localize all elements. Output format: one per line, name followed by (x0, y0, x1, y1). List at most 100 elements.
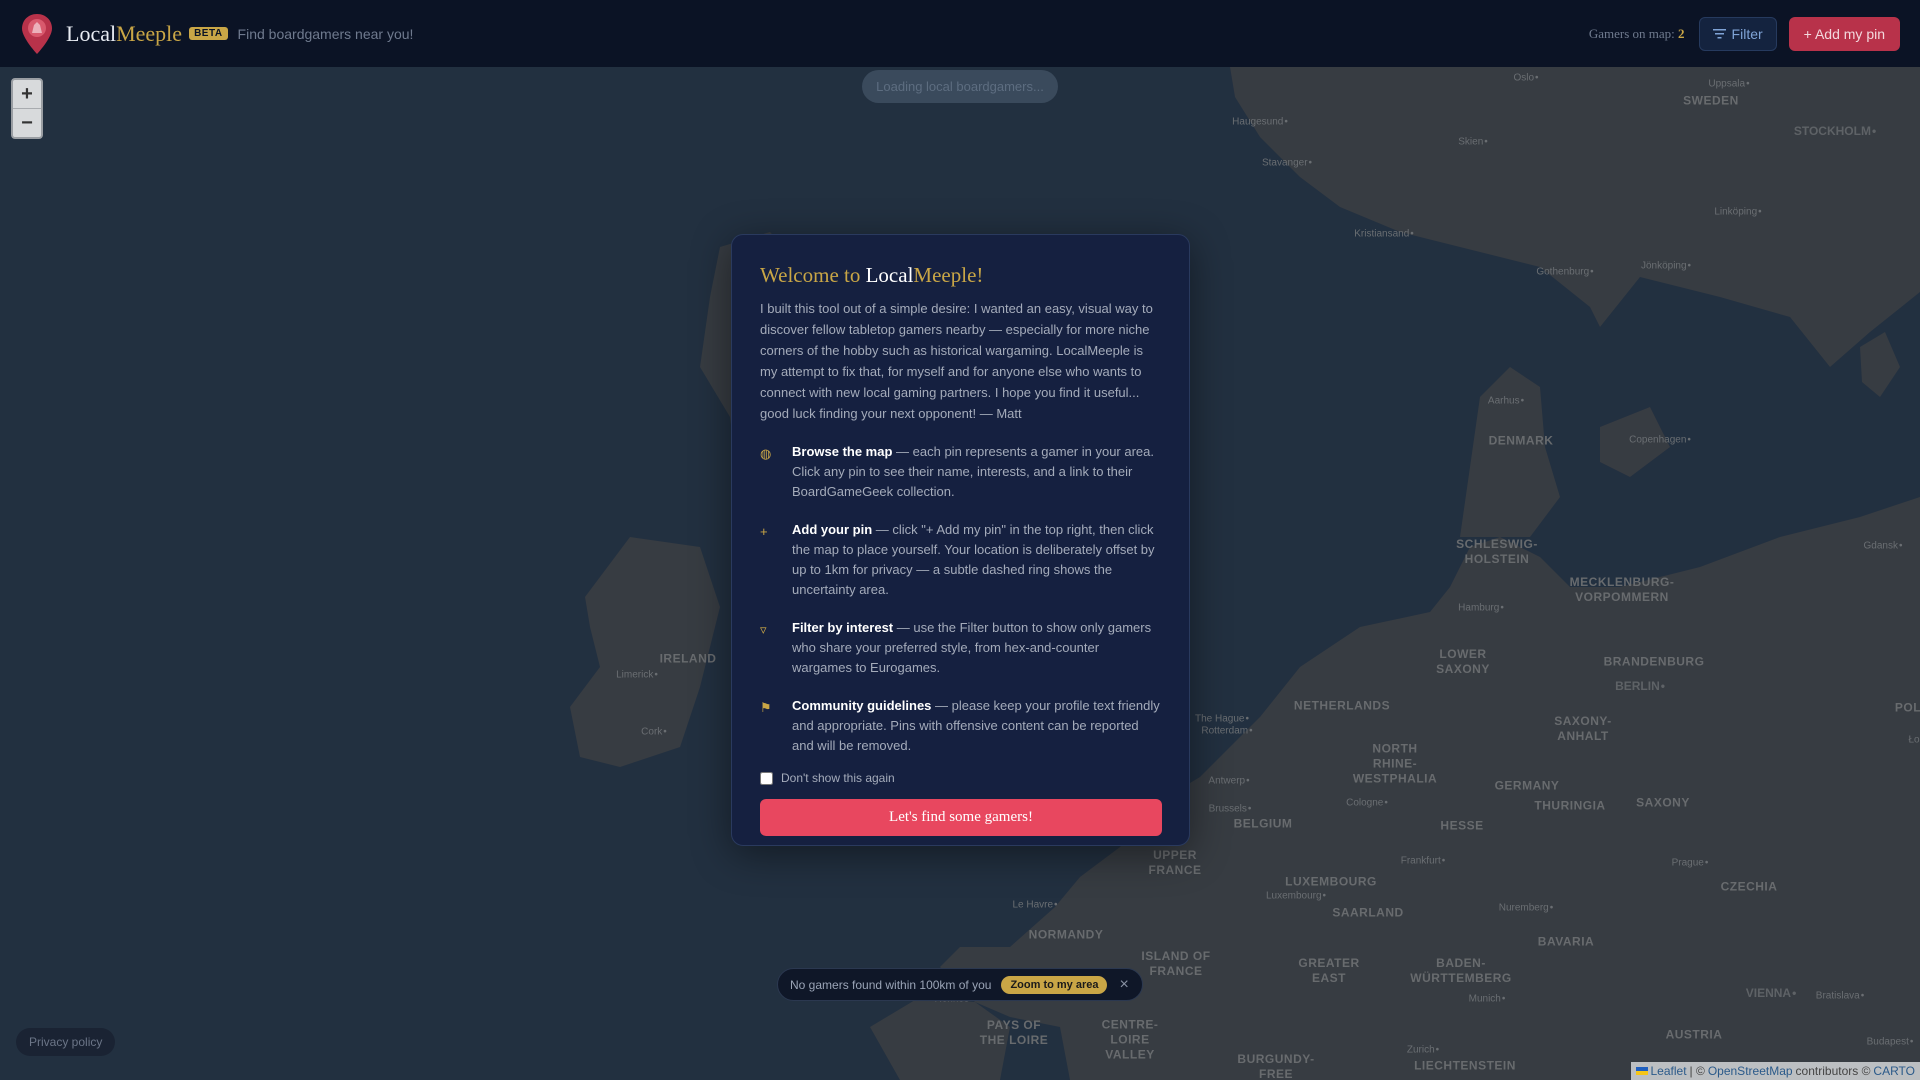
map-label: Rotterdam (1201, 726, 1252, 737)
map-label: NORMANDY (1028, 927, 1104, 942)
feature-text: Add your pin — click "+ Add my pin" in t… (792, 520, 1161, 600)
map-label: LIECHTENSTEIN (1414, 1058, 1516, 1073)
zoom-in-button[interactable]: + (13, 80, 41, 109)
map-label: SWEDEN (1683, 93, 1739, 108)
zoom-out-button[interactable]: − (13, 109, 41, 137)
map-label: Antwerp (1208, 776, 1249, 787)
map-label: IRELAND (659, 651, 717, 666)
gamers-count: 2 (1678, 25, 1685, 41)
map-label: GREATER EAST (1298, 956, 1360, 985)
map-label: Oslo (1513, 73, 1538, 84)
map-label: Cork (641, 727, 667, 738)
modal-title: Welcome to LocalMeeple! (760, 263, 1161, 288)
toast-message: No gamers found within 100km of you (790, 977, 992, 992)
map-label: Gdansk (1864, 541, 1903, 552)
gamers-label: Gamers on map: (1588, 25, 1675, 41)
map-label: Jönköping (1641, 261, 1691, 272)
toast-close-icon[interactable]: × (1119, 976, 1128, 994)
map-label: Kristiansand (1354, 229, 1414, 240)
feature-guidelines: ⚑ Community guidelines — please keep you… (760, 696, 1161, 756)
brand-name[interactable]: LocalMeeple (66, 21, 182, 47)
leaflet-link[interactable]: Leaflet (1651, 1064, 1687, 1078)
map-label: BERLIN (1615, 679, 1665, 693)
funnel-icon: ▿ (760, 622, 767, 637)
globe-icon: ◍ (760, 446, 772, 461)
map-label: Uppsala (1708, 79, 1749, 90)
map-label: STOCKHOLM (1794, 124, 1876, 138)
zoom-control: + − (11, 78, 43, 139)
map-label: DENMARK (1488, 433, 1554, 448)
map-label: Zurich (1407, 1045, 1439, 1056)
osm-link[interactable]: OpenStreetMap (1708, 1064, 1793, 1078)
feature-text: Community guidelines — please keep your … (792, 696, 1161, 756)
map-label: Gothenburg (1536, 267, 1593, 278)
beta-badge: BETA (189, 27, 228, 40)
map-label: CZECHIA (1720, 879, 1778, 894)
carto-link[interactable]: CARTO (1873, 1064, 1915, 1078)
brand-meeple: Meeple (116, 20, 183, 46)
attribution-sep: | © (1689, 1064, 1705, 1078)
map-label: Aarhus (1488, 396, 1524, 407)
map-label: SAARLAND (1332, 905, 1404, 920)
feature-title: Community guidelines (792, 698, 932, 713)
ukraine-flag-icon (1635, 1067, 1648, 1075)
map-label: SCHLESWIG- HOLSTEIN (1456, 537, 1538, 566)
header-actions: Gamers on map: 2 Filter + Add my pin (1589, 16, 1900, 51)
dont-show-label[interactable]: Don't show this again (781, 771, 895, 785)
feature-title: Browse the map (792, 444, 893, 459)
privacy-policy-link[interactable]: Privacy policy (16, 1028, 116, 1056)
title-local: Local (865, 263, 914, 287)
map-label: Copenhagen (1629, 435, 1691, 446)
dont-show-checkbox[interactable] (760, 771, 773, 785)
gamers-on-map: Gamers on map: 2 (1589, 26, 1685, 42)
zoom-to-my-area-button[interactable]: Zoom to my area (1001, 975, 1108, 994)
map-label: ISLAND OF FRANCE (1141, 949, 1211, 978)
map-label: VIENNA (1746, 986, 1797, 1000)
map-label: BADEN- WÜRTTEMBERG (1410, 956, 1512, 985)
map-label: NORTH RHINE- WESTPHALIA (1352, 741, 1438, 786)
map-label: Brussels (1209, 804, 1252, 815)
dont-show-row: Don't show this again (760, 771, 1161, 785)
attribution-contributors: contributors © (1795, 1064, 1871, 1078)
filter-label: Filter (1731, 25, 1763, 42)
map-label: SAXONY- ANHALT (1554, 714, 1612, 743)
map-label: BRANDENBURG (1603, 654, 1705, 669)
filter-icon (1712, 29, 1726, 39)
add-my-pin-button[interactable]: + Add my pin (1788, 16, 1900, 51)
map-label: Bratislava (1816, 991, 1864, 1002)
map-label: BURGUNDY- FREE (1237, 1052, 1315, 1080)
map-label: Le Havre (1012, 900, 1057, 911)
map-attribution: Leaflet | © OpenStreetMap contributors ©… (1630, 1062, 1920, 1080)
map-label: HESSE (1440, 818, 1484, 833)
map-label: BAVARIA (1537, 934, 1595, 949)
brand-local: Local (66, 20, 117, 46)
map-label: SAXONY (1636, 795, 1690, 810)
map-label: LOWER SAXONY (1436, 647, 1490, 676)
map-label: Frankfurt (1401, 856, 1446, 867)
welcome-modal: Welcome to LocalMeeple! I built this too… (731, 234, 1190, 846)
feature-add-pin: + Add your pin — click "+ Add my pin" in… (760, 520, 1161, 600)
filter-button[interactable]: Filter (1698, 16, 1777, 51)
app-header: LocalMeeple BETA Find boardgamers near y… (0, 0, 1920, 67)
map-label: GERMANY (1494, 778, 1560, 793)
map-label: Linköping (1714, 207, 1761, 218)
feature-text: Filter by interest — use the Filter butt… (792, 618, 1161, 678)
feature-title: Filter by interest (792, 620, 894, 635)
map-label: PAYS OF THE LOIRE (979, 1018, 1049, 1047)
title-meeple: Meeple! (913, 263, 984, 287)
map-label: Munich (1469, 994, 1506, 1005)
map-label: Cologne (1346, 798, 1388, 809)
map-label: Hamburg (1458, 603, 1504, 614)
map-label: The Hague (1195, 714, 1249, 725)
find-gamers-button[interactable]: Let's find some gamers! (760, 799, 1162, 836)
map-label: Ło (1908, 734, 1920, 746)
map-label: BELGIUM (1233, 816, 1293, 831)
map-label: LUXEMBOURG (1285, 874, 1377, 889)
flag-icon: ⚑ (760, 700, 772, 715)
map-label: Haugesund (1232, 117, 1288, 128)
title-welcome: Welcome to (760, 263, 866, 287)
feature-filter: ▿ Filter by interest — use the Filter bu… (760, 618, 1161, 678)
map-label: MECKLENBURG- VORPOMMERN (1569, 575, 1675, 604)
map-pin-logo-icon (22, 13, 52, 54)
loading-indicator: Loading local boardgamers... (862, 70, 1058, 103)
